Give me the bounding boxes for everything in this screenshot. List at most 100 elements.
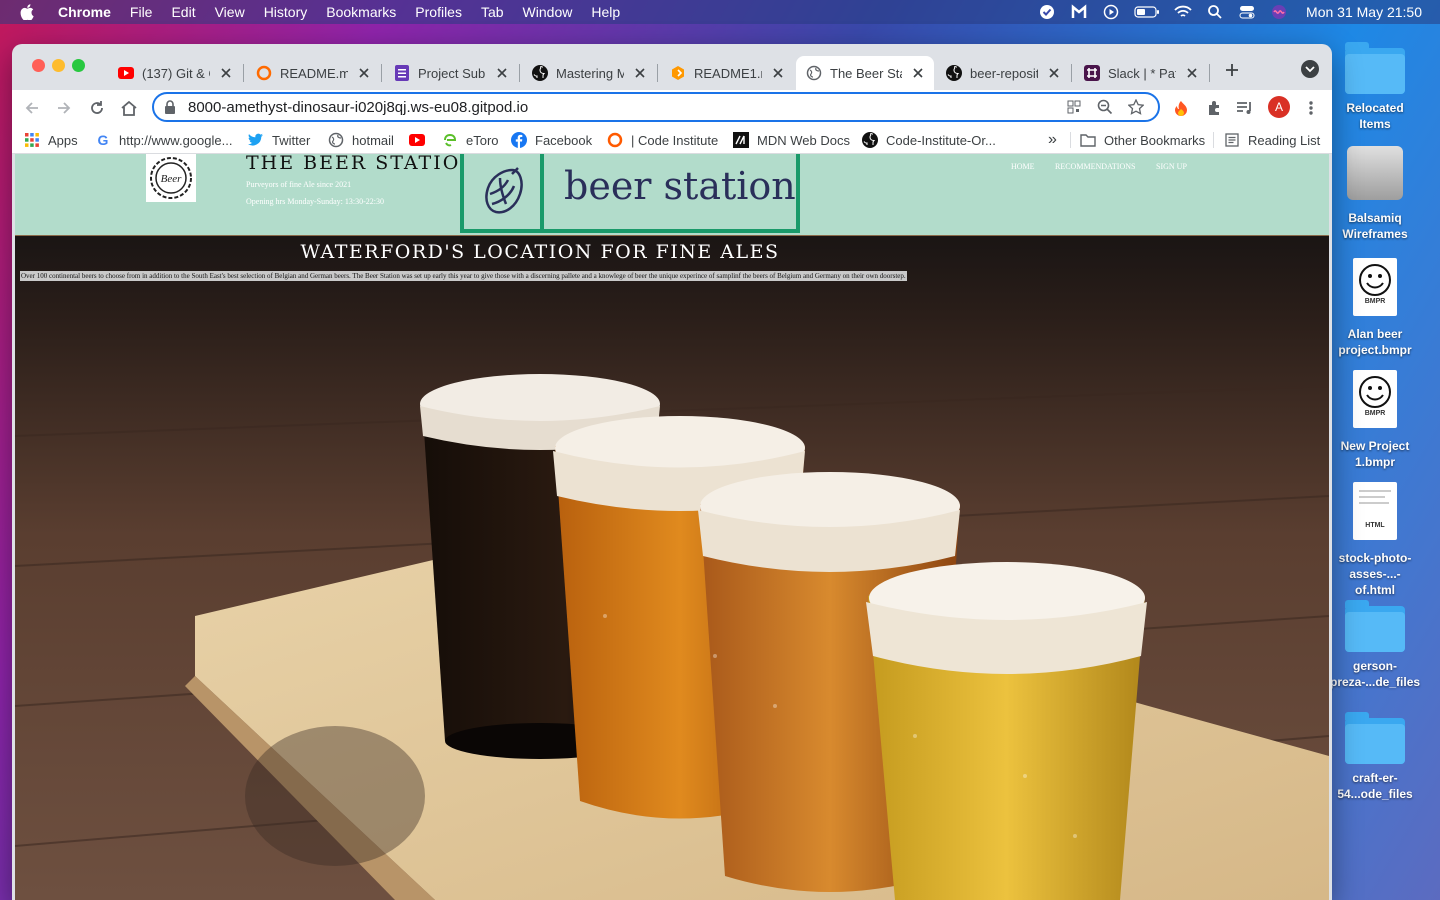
desktop-item-alan-beer-bmpr[interactable]: BMPR Alan beer project.bmpr [1330, 258, 1420, 358]
bookmark-label: Apps [48, 132, 78, 148]
nav-sign-up-link[interactable]: SIGN UP [1156, 162, 1187, 171]
menu-history[interactable]: History [264, 4, 308, 20]
menu-window[interactable]: Window [523, 4, 573, 20]
battery-icon[interactable] [1134, 3, 1160, 21]
tab-project-submission[interactable]: Project Submission [384, 56, 518, 90]
media-control-icon[interactable] [1236, 99, 1254, 117]
menu-bookmarks[interactable]: Bookmarks [326, 4, 396, 20]
wifi-icon[interactable] [1174, 3, 1192, 21]
close-window-button[interactable] [32, 59, 45, 72]
control-center-icon[interactable] [1238, 3, 1256, 21]
desktop-item-label: stock-photo-asses-...-of.html [1338, 551, 1412, 597]
reload-button[interactable] [87, 98, 107, 118]
zoom-window-button[interactable] [72, 59, 85, 72]
hero-description: Over 100 continental beers to choose fro… [20, 271, 907, 281]
hop-icon [464, 154, 544, 229]
tab-beer-repository[interactable]: beer-repository [936, 56, 1070, 90]
bookmark-hotmail[interactable]: hotmail [328, 130, 394, 150]
bookmark-code-institute-org[interactable]: Code-Institute-Or... [862, 130, 996, 150]
brand-text: beer station [564, 164, 796, 208]
tab-readme[interactable]: README.md [246, 56, 380, 90]
close-tab-icon[interactable] [910, 65, 926, 81]
bookmark-label: Code-Institute-Or... [886, 132, 996, 148]
bookmark-youtube[interactable] [409, 130, 433, 150]
menubar-clock[interactable]: Mon 31 May 21:50 [1306, 4, 1422, 20]
menu-edit[interactable]: Edit [171, 4, 195, 20]
bookmark-star-icon[interactable] [1127, 98, 1145, 116]
apps-grid-icon [24, 132, 40, 148]
checkmark-status-icon[interactable] [1038, 3, 1056, 21]
close-tab-icon[interactable] [356, 65, 372, 81]
desktop-item-stock-photo-html[interactable]: HTML stock-photo-asses-...-of.html [1330, 482, 1420, 598]
profile-avatar[interactable]: A [1268, 96, 1290, 118]
bookmark-label: Other Bookmarks [1104, 132, 1206, 148]
bookmark-mdn[interactable]: MDN Web Docs [733, 130, 850, 150]
bookmark-code-institute[interactable]: | Code Institute [607, 130, 718, 150]
nav-recommendations-link[interactable]: RECOMMENDATIONS [1055, 162, 1135, 171]
back-button[interactable] [22, 98, 42, 118]
site-opening-hours: Opening hrs Monday-Sunday: 13:30-22:30 [246, 197, 384, 206]
forward-button[interactable] [54, 98, 74, 118]
menu-app-name[interactable]: Chrome [58, 4, 111, 20]
bmpr-file-icon: BMPR [1353, 258, 1397, 316]
minimize-window-button[interactable] [52, 59, 65, 72]
code-institute-icon [607, 132, 623, 148]
spotlight-search-icon[interactable] [1206, 3, 1224, 21]
close-tab-icon[interactable] [218, 65, 234, 81]
desktop-item-relocated[interactable]: Relocated Items [1330, 42, 1420, 132]
fire-extension-icon[interactable] [1172, 99, 1190, 117]
tab-search-button[interactable] [1301, 60, 1319, 78]
qr-code-icon[interactable] [1065, 98, 1083, 116]
close-tab-icon[interactable] [494, 65, 510, 81]
bookmark-other-bookmarks[interactable]: Other Bookmarks [1080, 130, 1205, 150]
lock-icon[interactable] [164, 100, 178, 114]
zoom-icon[interactable] [1096, 98, 1114, 116]
nav-home-link[interactable]: HOME [1011, 162, 1035, 171]
desktop-item-craft-folder[interactable]: craft-er-54...ode_files [1330, 712, 1420, 802]
bookmark-google[interactable]: Ghttp://www.google... [95, 130, 233, 150]
tab-mastering-markdown[interactable]: Mastering Markdown [522, 56, 656, 90]
bookmark-twitter[interactable]: Twitter [248, 130, 310, 150]
play-circle-icon[interactable] [1102, 3, 1120, 21]
menu-tab[interactable]: Tab [481, 4, 504, 20]
site-header: Beer THE BEER STATION Purveyors of fine … [15, 154, 1329, 236]
bookmark-etoro[interactable]: eToro [442, 130, 499, 150]
extensions-puzzle-icon[interactable] [1205, 99, 1223, 117]
tab-separator [1209, 64, 1210, 82]
menu-file[interactable]: File [130, 4, 153, 20]
menu-help[interactable]: Help [591, 4, 620, 20]
reading-list-button[interactable]: Reading List [1224, 130, 1320, 150]
new-tab-button[interactable] [1222, 60, 1242, 80]
tab-title: Mastering Markdown [556, 65, 624, 81]
close-tab-icon[interactable] [770, 65, 786, 81]
bookmarks-overflow-button[interactable]: » [1048, 130, 1057, 150]
tab-slack[interactable]: Slack | * Patrick [1074, 56, 1208, 90]
url-text[interactable]: 8000-amethyst-dinosaur-i020j8qj.ws-eu08.… [188, 99, 1065, 116]
desktop-item-new-project-bmpr[interactable]: BMPR New Project 1.bmpr [1330, 370, 1420, 470]
bookmark-facebook[interactable]: Facebook [511, 130, 592, 150]
bookmark-label: Facebook [535, 132, 593, 148]
brand-banner[interactable]: beer station [460, 154, 800, 233]
close-tab-icon[interactable] [1184, 65, 1200, 81]
tab-readme1[interactable]: README1.md [660, 56, 794, 90]
bookmark-apps[interactable]: Apps [24, 130, 78, 150]
menu-profiles[interactable]: Profiles [415, 4, 462, 20]
chrome-menu-icon[interactable] [1302, 99, 1320, 117]
github-icon [946, 65, 962, 81]
apple-icon[interactable] [20, 3, 38, 21]
menu-view[interactable]: View [215, 4, 245, 20]
address-bar[interactable]: 8000-amethyst-dinosaur-i020j8qj.ws-eu08.… [152, 92, 1160, 122]
etoro-icon [442, 132, 458, 148]
tab-youtube-git[interactable]: (137) Git & GitHub [108, 56, 242, 90]
home-button[interactable] [119, 98, 139, 118]
close-tab-icon[interactable] [632, 65, 648, 81]
desktop-item-balsamiq[interactable]: Balsamiq Wireframes [1330, 146, 1420, 242]
beer-cap-logo[interactable]: Beer [146, 154, 196, 202]
close-tab-icon[interactable] [1046, 65, 1062, 81]
malwarebytes-icon[interactable] [1070, 3, 1088, 21]
folder-icon [1345, 42, 1405, 94]
tab-beer-station[interactable]: The Beer Station [796, 56, 934, 90]
desktop-item-gerson-folder[interactable]: gerson-preza-...de_files [1330, 600, 1420, 690]
siri-icon[interactable] [1270, 3, 1288, 21]
folder-icon [1345, 600, 1405, 652]
